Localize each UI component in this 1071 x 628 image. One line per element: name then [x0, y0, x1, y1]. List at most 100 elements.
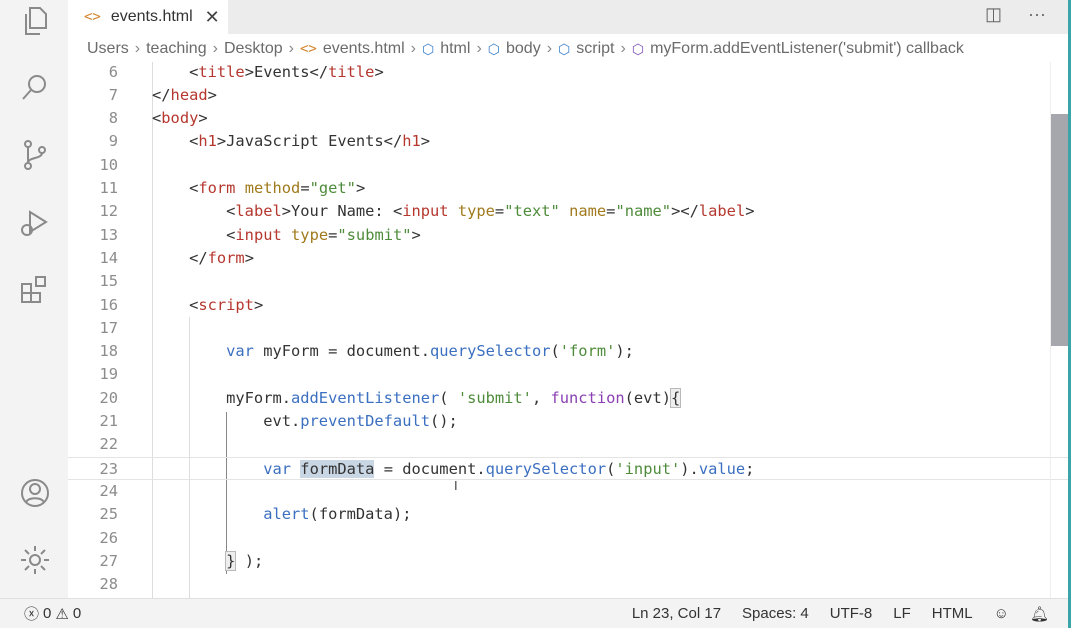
token-attr: name — [569, 202, 607, 221]
line-number: 11 — [99, 179, 118, 197]
token-p: < — [152, 179, 199, 197]
line-number: 26 — [99, 528, 118, 547]
breadcrumb-item[interactable]: myForm.addEventListener('submit') callba… — [650, 40, 964, 58]
code-line[interactable]: 12 <label>Your Name: <input type="text" … — [68, 200, 1068, 223]
breadcrumb-item[interactable]: teaching — [146, 40, 207, 58]
extensions-icon[interactable] — [18, 272, 52, 306]
code-line[interactable]: 15 — [68, 270, 1068, 293]
line-number: 7 — [108, 85, 118, 104]
code-line[interactable]: 8 <body> — [68, 107, 1068, 130]
token-fn: addEventListener — [291, 388, 440, 407]
token-p — [449, 202, 458, 220]
account-icon[interactable] — [18, 476, 52, 510]
symbol-icon: ⬡ — [421, 40, 435, 57]
breadcrumb-item[interactable]: events.html — [323, 40, 405, 58]
search-icon[interactable] — [18, 70, 52, 104]
line-code: <script> — [152, 294, 263, 317]
scrollbar-thumb[interactable] — [1051, 114, 1068, 346]
token-p — [152, 460, 263, 478]
files-icon[interactable] — [18, 4, 52, 38]
token-p: > — [244, 248, 254, 267]
code-line[interactable]: 27 } ); — [68, 550, 1068, 573]
token-p: < — [152, 225, 236, 244]
feedback-icon[interactable]: ☺ — [994, 605, 1009, 622]
code-line[interactable]: 16 <script> — [68, 294, 1068, 317]
token-attr: type — [457, 202, 495, 221]
token-p: = — [328, 225, 338, 244]
token-p: > — [198, 109, 208, 128]
code-line[interactable]: 22 — [68, 433, 1068, 456]
token-tag: h1 — [402, 132, 421, 151]
code-line[interactable]: 19 — [68, 363, 1068, 386]
code-line[interactable]: 21 evt.preventDefault(); — [68, 410, 1068, 433]
token-attr: type — [291, 225, 329, 244]
line-code: </head> — [152, 84, 217, 107]
token-p: (); — [430, 412, 458, 430]
more-actions-icon[interactable]: ··· — [1028, 4, 1046, 25]
token-brk: { — [669, 387, 682, 408]
code-line[interactable]: 13 <input type="submit"> — [68, 224, 1068, 247]
activity-bar — [0, 0, 68, 598]
token-p — [282, 226, 291, 244]
line-number: 19 — [99, 365, 118, 384]
encoding[interactable]: UTF-8 — [830, 605, 873, 622]
code-line[interactable]: 10 — [68, 154, 1068, 177]
tab-events-html[interactable]: <> events.html ✕ — [68, 0, 228, 34]
line-code: var myForm = document.querySelector('for… — [152, 340, 634, 363]
code-line[interactable]: 18 var myForm = document.querySelector('… — [68, 340, 1068, 363]
token-p: > — [207, 85, 217, 104]
code-line[interactable]: 24 — [68, 480, 1068, 503]
chevron-right-icon: › — [476, 40, 482, 57]
token-p: ></ — [671, 202, 699, 221]
problems-indicator[interactable]: ⓧ 0 ⚠ 0 — [24, 603, 81, 624]
token-p — [152, 342, 226, 360]
token-str: "text" — [504, 202, 560, 221]
close-icon[interactable]: ✕ — [205, 7, 220, 28]
token-p: ; — [745, 459, 755, 478]
code-line[interactable]: 11 <form method="get"> — [68, 177, 1068, 200]
end-of-line[interactable]: LF — [893, 605, 911, 622]
token-p: < — [152, 132, 199, 151]
code-line[interactable]: 23 var formData = document.querySelector… — [68, 456, 1068, 480]
indentation[interactable]: Spaces: 4 — [742, 605, 809, 622]
breadcrumb-item[interactable]: script — [576, 40, 614, 58]
code-line[interactable]: 20 myForm.addEventListener( 'submit', fu… — [68, 387, 1068, 410]
code-line[interactable]: 7 </head> — [68, 84, 1068, 107]
line-number: 21 — [99, 412, 118, 430]
breadcrumb-item[interactable]: body — [506, 40, 541, 58]
token-kw: var — [263, 459, 292, 478]
line-code: alert(formData); — [152, 503, 411, 526]
source-control-icon[interactable] — [18, 138, 52, 172]
token-str: 'input' — [615, 459, 681, 478]
code-line[interactable]: 6 <title>Events</title> — [68, 62, 1068, 84]
language-mode[interactable]: HTML — [932, 605, 973, 622]
token-fn: querySelector — [430, 342, 551, 361]
split-editor-icon[interactable]: ◫ — [985, 4, 1002, 25]
code-line[interactable]: 28 — [68, 573, 1068, 596]
token-p: (formData); — [309, 505, 412, 524]
line-number: 17 — [99, 318, 118, 337]
code-line[interactable]: 17 — [68, 317, 1068, 340]
bell-icon[interactable]: 🔔︎ — [1030, 605, 1049, 623]
code-line[interactable]: 14 </form> — [68, 247, 1068, 270]
gear-icon[interactable] — [18, 543, 52, 577]
token-p: </ — [152, 248, 208, 267]
line-code: <label>Your Name: <input type="text" nam… — [152, 200, 754, 223]
breadcrumb-item[interactable]: Desktop — [224, 40, 283, 58]
code-line[interactable]: 9 <h1>JavaScript Events</h1> — [68, 130, 1068, 153]
token-p: = document. — [374, 459, 486, 478]
method-icon: ⬡ — [631, 40, 645, 57]
token-p: evt. — [152, 412, 301, 430]
cursor-position[interactable]: Ln 23, Col 17 — [632, 605, 721, 622]
code-line[interactable]: 25 alert(formData); — [68, 503, 1068, 526]
breadcrumb-item[interactable]: html — [440, 40, 470, 58]
run-debug-icon[interactable] — [18, 206, 52, 240]
token-p: > — [253, 295, 264, 314]
line-code: <form method="get"> — [152, 177, 365, 200]
breadcrumb-item[interactable]: Users — [87, 40, 129, 58]
line-code: </form> — [152, 247, 254, 270]
code-line[interactable]: 26 — [68, 527, 1068, 550]
line-number: 14 — [99, 248, 118, 267]
code-editor[interactable]: 6 <title>Events</title> 7 </head> 8 <body> 9 … — [68, 62, 1068, 598]
token-p: , — [531, 388, 551, 407]
